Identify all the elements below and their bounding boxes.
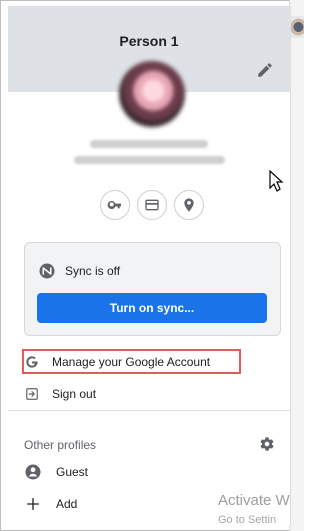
manage-google-account-item[interactable]: Manage your Google Account bbox=[24, 350, 279, 374]
addresses-button[interactable] bbox=[174, 190, 204, 220]
turn-on-sync-button[interactable]: Turn on sync... bbox=[37, 293, 267, 323]
sync-status: Sync is off bbox=[65, 264, 121, 278]
sign-out-icon bbox=[24, 386, 40, 402]
profile-item-guest[interactable]: Guest bbox=[24, 460, 254, 484]
sign-out-label: Sign out bbox=[52, 387, 97, 401]
background-avatar bbox=[290, 16, 304, 38]
gear-icon[interactable] bbox=[259, 436, 275, 452]
sync-card: Sync is off Turn on sync... bbox=[24, 242, 281, 336]
payment-methods-button[interactable] bbox=[137, 190, 167, 220]
blurred-account-name bbox=[90, 140, 208, 148]
plus-icon bbox=[24, 495, 42, 513]
avatar bbox=[119, 61, 185, 127]
blurred-account-email bbox=[74, 156, 225, 164]
manage-google-account-label: Manage your Google Account bbox=[52, 355, 211, 369]
pencil-icon[interactable] bbox=[256, 61, 274, 79]
google-g-icon bbox=[24, 354, 40, 370]
sync-off-icon bbox=[39, 263, 55, 279]
other-profiles-label: Other profiles bbox=[24, 438, 97, 452]
divider bbox=[8, 410, 290, 411]
key-icon bbox=[107, 201, 121, 209]
profile-title: Person 1 bbox=[119, 33, 179, 49]
profile-item-label: Guest bbox=[56, 465, 89, 479]
background-window-strip bbox=[289, 0, 304, 531]
credit-card-icon bbox=[145, 199, 159, 211]
sign-out-item[interactable]: Sign out bbox=[24, 382, 279, 406]
activate-windows-subtext: Go to Settin bbox=[218, 514, 277, 526]
profile-item-label: Add bbox=[56, 497, 78, 511]
mouse-cursor-icon bbox=[269, 170, 284, 192]
location-pin-icon bbox=[184, 198, 194, 212]
activate-windows-watermark: Activate W bbox=[218, 492, 290, 509]
passwords-button[interactable] bbox=[100, 190, 130, 220]
guest-person-icon bbox=[24, 463, 42, 481]
profile-menu: Person 1 Sync is off Turn on sync... Man… bbox=[8, 6, 291, 526]
